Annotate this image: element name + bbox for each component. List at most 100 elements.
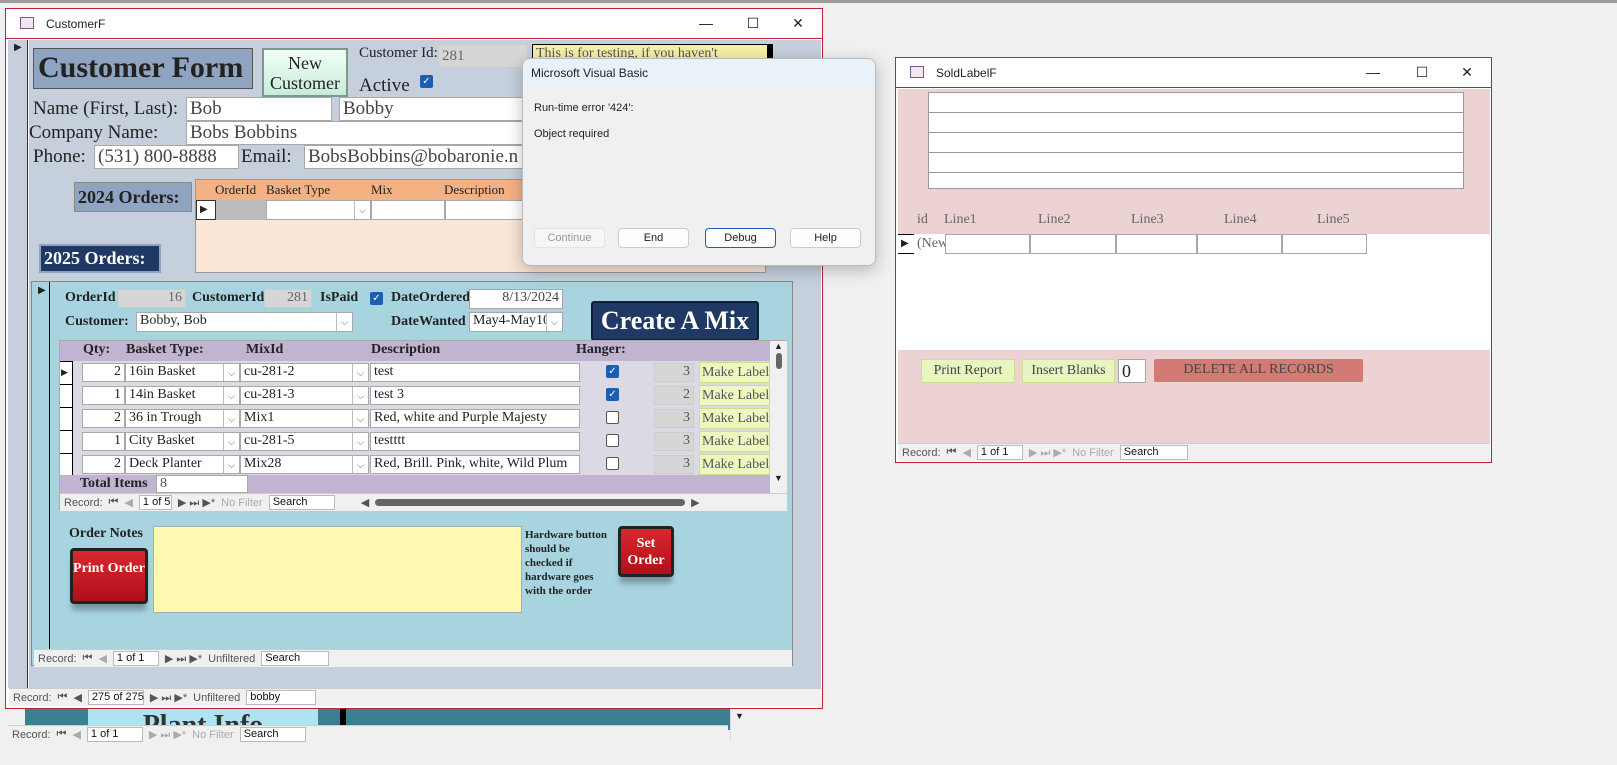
first-record-button[interactable]: ⏮ (83, 652, 93, 665)
minimize-button[interactable]: — (1358, 62, 1388, 82)
email-field[interactable]: BobsBobbins@bobaronie.n (304, 145, 529, 169)
make-label-button[interactable]: Make Label (699, 408, 770, 429)
record-position[interactable]: 1 of 5 (138, 495, 172, 510)
line2-cell[interactable] (1030, 234, 1116, 254)
first-record-button[interactable]: ⏮ (57, 728, 67, 741)
row-selector[interactable]: ▶ (60, 361, 73, 384)
last-name-field[interactable]: Bobby (339, 97, 529, 121)
chevron-down-icon[interactable]: ⌵ (223, 364, 239, 381)
next-record-button[interactable]: ▶ ⏭ ▶* (150, 691, 187, 705)
next-record-button[interactable]: ▶ ⏭ ▶* (165, 652, 202, 666)
row-selector[interactable] (60, 430, 73, 453)
make-label-button[interactable]: Make Label (699, 385, 770, 406)
blanks-count-field[interactable]: 0 (1118, 359, 1146, 383)
mixid-combo[interactable]: Mix28 ⌵ (240, 455, 369, 474)
chevron-down-icon[interactable]: ⌵ (352, 456, 368, 473)
minimize-button[interactable]: — (691, 13, 721, 33)
search-input[interactable]: Search (1119, 445, 1188, 460)
next-record-button[interactable]: ▶ ⏭ ▶* (1029, 446, 1066, 460)
description-field[interactable]: test (370, 363, 580, 382)
active-checkbox[interactable]: ✓ (420, 75, 433, 88)
scrollbar-vertical[interactable]: ▼ (730, 705, 748, 741)
chevron-down-icon[interactable]: ⌵ (223, 410, 239, 427)
maximize-button[interactable]: ☐ (738, 13, 768, 33)
close-button[interactable]: ✕ (783, 13, 813, 33)
phone-field[interactable]: (531) 800-8888 (94, 145, 239, 169)
record-selector[interactable]: ▶ (32, 282, 50, 649)
first-record-button[interactable]: ⏮ (58, 691, 68, 704)
qty-field[interactable]: 2 (82, 455, 125, 474)
row-selector[interactable] (60, 384, 73, 407)
basket-type-combo[interactable]: 16in Basket ⌵ (125, 363, 240, 382)
new-customer-button[interactable]: New Customer (262, 48, 348, 97)
help-button[interactable]: Help (790, 228, 861, 248)
qty-field[interactable]: 1 (82, 432, 125, 451)
scrollbar-horizontal[interactable] (375, 499, 686, 506)
chevron-down-icon[interactable]: ⌵ (352, 364, 368, 381)
qty-field[interactable]: 1 (82, 386, 125, 405)
chevron-down-icon[interactable]: ⌵ (223, 456, 239, 473)
search-input[interactable]: Search (239, 727, 306, 742)
line5-cell[interactable] (1282, 234, 1367, 254)
mixid-combo[interactable]: Mix1 ⌵ (240, 409, 369, 428)
line1-cell[interactable] (945, 234, 1030, 254)
ispaid-checkbox[interactable]: ✓ (370, 292, 383, 305)
basket-type-combo[interactable]: City Basket ⌵ (125, 432, 240, 451)
description-field[interactable]: test 3 (370, 386, 580, 405)
line4-cell[interactable] (1197, 234, 1282, 254)
record-position[interactable]: 1 of 1 (86, 727, 143, 742)
hanger-checkbox[interactable]: ✓ (606, 365, 619, 378)
prev-record-button[interactable]: ◀ (98, 652, 106, 665)
basket-type-combo[interactable]: 14in Basket ⌵ (125, 386, 240, 405)
chevron-down-icon[interactable]: ⌵ (336, 313, 352, 331)
description-field[interactable]: testttt (370, 432, 580, 451)
customer-combo[interactable]: Bobby, Bob ⌵ (136, 312, 353, 332)
chevron-down-icon[interactable]: ⌵ (546, 313, 562, 331)
set-order-button[interactable]: Set Order (618, 526, 674, 577)
filter-button[interactable]: Unfiltered (193, 692, 240, 704)
dateordered-field[interactable]: 8/13/2024 (469, 289, 563, 309)
print-report-button[interactable]: Print Report (921, 359, 1015, 383)
prev-record-button[interactable]: ◀ (962, 446, 970, 459)
record-position[interactable]: 1 of 1 (976, 445, 1023, 460)
prev-record-button[interactable]: ◀ (72, 728, 80, 741)
first-name-field[interactable]: Bob (186, 97, 332, 121)
record-position[interactable]: 1 of 1 (112, 651, 159, 666)
line3-cell[interactable] (1116, 234, 1197, 254)
mixid-combo[interactable]: cu-281-3 ⌵ (240, 386, 369, 405)
datewanted-combo[interactable]: May4-May10 ⌵ (469, 312, 563, 332)
hanger-checkbox[interactable] (606, 411, 619, 424)
record-selector[interactable]: ▶ (8, 40, 28, 688)
make-label-button[interactable]: Make Label (699, 454, 770, 475)
mixid-combo[interactable]: cu-281-5 ⌵ (240, 432, 369, 451)
next-record-button[interactable]: ▶ ⏭ ▶* (178, 496, 215, 510)
create-mix-button[interactable]: Create A Mix (591, 301, 759, 341)
row-selector[interactable] (60, 407, 73, 430)
search-input[interactable]: bobby (246, 690, 317, 705)
end-button[interactable]: End (618, 228, 689, 248)
debug-button[interactable]: Debug (705, 228, 776, 248)
make-label-button[interactable]: Make Label (699, 362, 770, 383)
basket-type-combo[interactable]: 36 in Trough ⌵ (125, 409, 240, 428)
filter-button[interactable]: No Filter (192, 729, 234, 741)
description-field[interactable]: Red, white and Purple Majesty (370, 409, 580, 428)
basket-type-combo[interactable]: Deck Planter ⌵ (125, 455, 240, 474)
basket-type-combo[interactable]: ⌵ (266, 200, 371, 220)
close-button[interactable]: ✕ (1452, 62, 1482, 82)
filter-button[interactable]: Unfiltered (208, 653, 255, 665)
row-selector[interactable]: ▶ (196, 200, 216, 220)
hanger-checkbox[interactable] (606, 434, 619, 447)
prev-record-button[interactable]: ◀ (124, 496, 132, 509)
chevron-down-icon[interactable]: ⌵ (354, 201, 370, 219)
qty-field[interactable]: 2 (82, 409, 125, 428)
delete-all-records-button[interactable]: DELETE ALL RECORDS (1154, 359, 1363, 382)
mixid-combo[interactable]: cu-281-2 ⌵ (240, 363, 369, 382)
scroll-right-button[interactable]: ▶ (691, 496, 699, 509)
chevron-down-icon[interactable]: ⌵ (352, 387, 368, 404)
chevron-down-icon[interactable]: ⌵ (352, 433, 368, 450)
items-scrollbar-vertical[interactable]: ▲ ▼ (770, 341, 787, 493)
qty-field[interactable]: 2 (82, 363, 125, 382)
hanger-checkbox[interactable] (606, 457, 619, 470)
first-record-button[interactable]: ⏮ (109, 496, 119, 509)
make-label-button[interactable]: Make Label (699, 431, 770, 452)
